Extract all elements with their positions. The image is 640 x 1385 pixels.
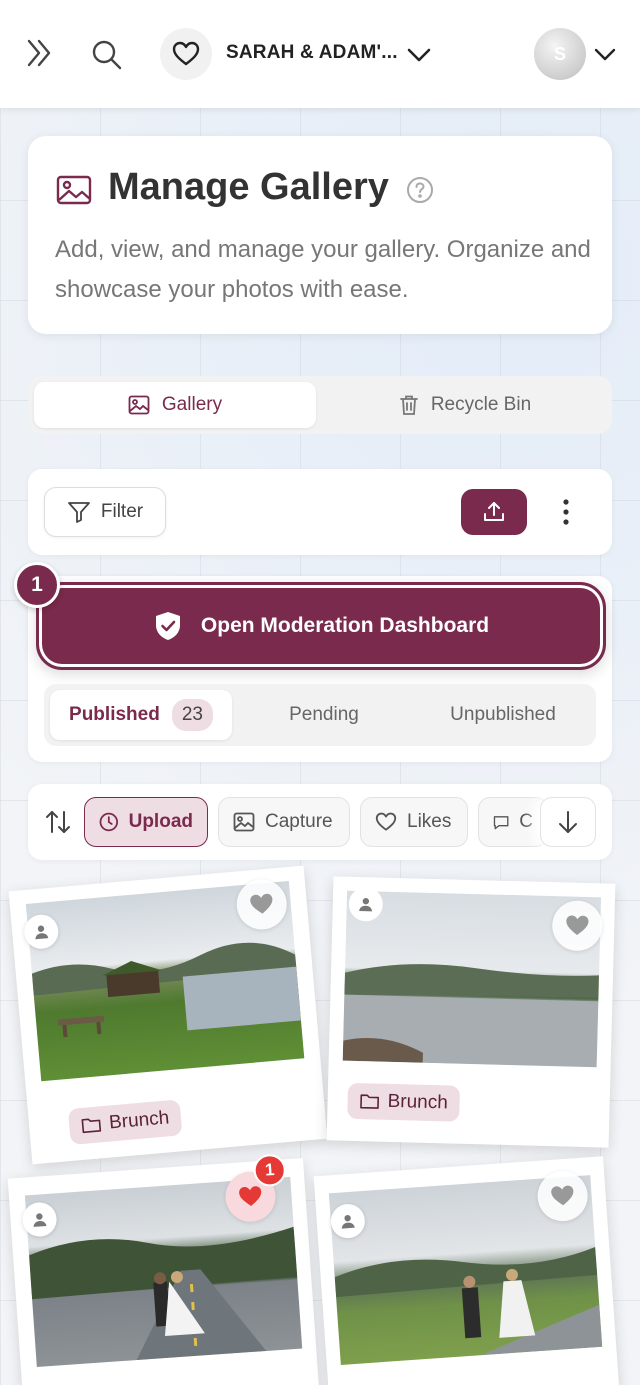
filter-label: Filter xyxy=(100,501,144,522)
album-tag: Brunch xyxy=(67,1099,183,1145)
tag-label: Brunch xyxy=(108,1107,171,1134)
photo-card[interactable]: Brunch xyxy=(8,865,328,1165)
filter-button[interactable]: Filter xyxy=(44,487,166,537)
chip-label: C xyxy=(519,811,533,832)
photo-card[interactable]: 1 xyxy=(7,1153,321,1385)
folder-icon xyxy=(360,1094,380,1109)
expand-sidebar-icon[interactable] xyxy=(24,36,58,70)
photo-card[interactable] xyxy=(313,1156,621,1385)
clock-icon xyxy=(99,812,119,832)
album-tag: Brunch xyxy=(347,1082,461,1122)
trash-icon xyxy=(399,395,418,415)
user-icon xyxy=(359,898,373,912)
filter-icon xyxy=(67,502,90,523)
user-icon xyxy=(341,1214,355,1229)
heart-icon xyxy=(250,893,273,914)
status-tabs: Published 23 Pending Unpublished xyxy=(44,684,596,746)
tag-label: Brunch xyxy=(387,1090,449,1114)
chevron-down-icon[interactable] xyxy=(404,40,434,70)
help-icon[interactable] xyxy=(406,176,434,204)
chevron-down-icon[interactable] xyxy=(592,40,618,68)
page-title: Manage Gallery xyxy=(108,166,389,208)
comment-icon xyxy=(493,816,509,830)
sort-bar: Upload Capture Likes C xyxy=(28,784,612,860)
avatar[interactable]: S xyxy=(534,28,586,80)
moderation-button-label: Open Moderation Dashboard xyxy=(200,614,490,637)
image-icon xyxy=(128,395,150,415)
gallery-icon xyxy=(56,175,92,205)
chip-label: Upload xyxy=(128,811,193,832)
image-icon xyxy=(233,812,255,832)
gallery-tabs: Gallery Recycle Bin xyxy=(28,376,612,434)
sort-chip-likes[interactable]: Likes xyxy=(360,797,468,847)
photo-card[interactable]: Brunch xyxy=(326,876,616,1148)
heart-icon xyxy=(375,812,397,831)
tab-gallery[interactable]: Gallery xyxy=(34,382,316,428)
sort-chip-upload[interactable]: Upload xyxy=(84,797,208,847)
user-icon xyxy=(35,925,49,940)
sort-direction-button[interactable] xyxy=(540,797,596,847)
open-moderation-dashboard-button[interactable]: Open Moderation Dashboard xyxy=(36,582,606,670)
chip-label: Capture xyxy=(265,811,333,832)
shield-check-icon xyxy=(155,612,180,640)
upload-button[interactable] xyxy=(461,489,527,535)
tab-label: Unpublished xyxy=(450,704,556,725)
step-badge: 1 xyxy=(14,562,60,608)
tab-published[interactable]: Published 23 xyxy=(50,690,232,740)
upload-icon xyxy=(484,502,504,521)
heart-icon xyxy=(172,41,200,66)
heart-filled-icon xyxy=(239,1186,262,1206)
count-badge: 23 xyxy=(171,699,213,731)
tab-label: Gallery xyxy=(161,394,223,415)
page-header-card: Manage Gallery Add, view, and manage you… xyxy=(28,136,612,334)
page-description: Add, view, and manage your gallery. Orga… xyxy=(55,236,591,303)
tab-recycle-bin[interactable]: Recycle Bin xyxy=(324,382,606,428)
top-bar: SARAH & ADAM'... S xyxy=(0,0,640,108)
sort-chip-capture[interactable]: Capture xyxy=(218,797,350,847)
sort-chip-comments[interactable]: C xyxy=(478,797,548,847)
event-icon[interactable] xyxy=(160,28,212,80)
more-vertical-icon[interactable] xyxy=(550,495,582,529)
toolbar-card: Filter xyxy=(28,469,612,555)
arrow-down-icon xyxy=(559,811,577,833)
tab-unpublished[interactable]: Unpublished xyxy=(416,690,590,740)
search-icon[interactable] xyxy=(88,36,124,72)
heart-icon xyxy=(566,915,589,935)
user-icon xyxy=(33,1213,47,1227)
tab-label: Recycle Bin xyxy=(430,394,532,415)
sort-icon[interactable] xyxy=(44,808,72,836)
heart-icon xyxy=(551,1185,574,1206)
tab-label: Pending xyxy=(289,704,359,725)
event-name[interactable]: SARAH & ADAM'... xyxy=(226,42,398,64)
tab-label: Published xyxy=(69,704,160,725)
chip-label: Likes xyxy=(407,811,452,832)
folder-icon xyxy=(81,1118,102,1134)
tab-pending[interactable]: Pending xyxy=(234,690,414,740)
